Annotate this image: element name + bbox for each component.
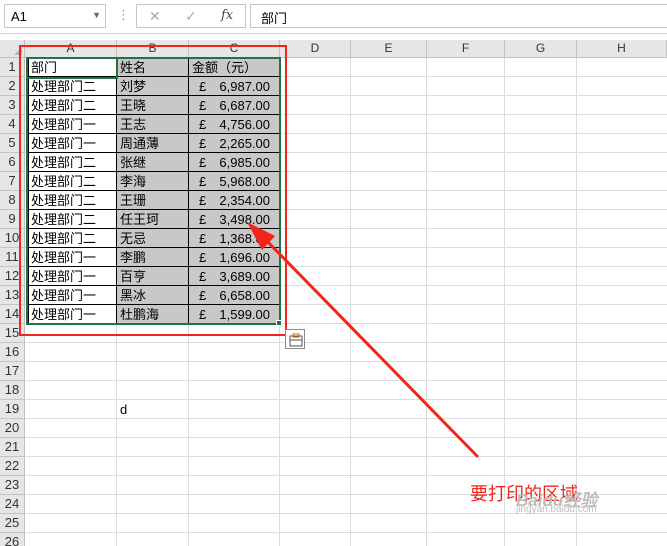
watermark-url: jingyan.baidu.com xyxy=(516,504,597,515)
annotation-arrow xyxy=(247,222,480,459)
watermark: Baidu经验 jingyan.baidu.com xyxy=(516,486,597,515)
